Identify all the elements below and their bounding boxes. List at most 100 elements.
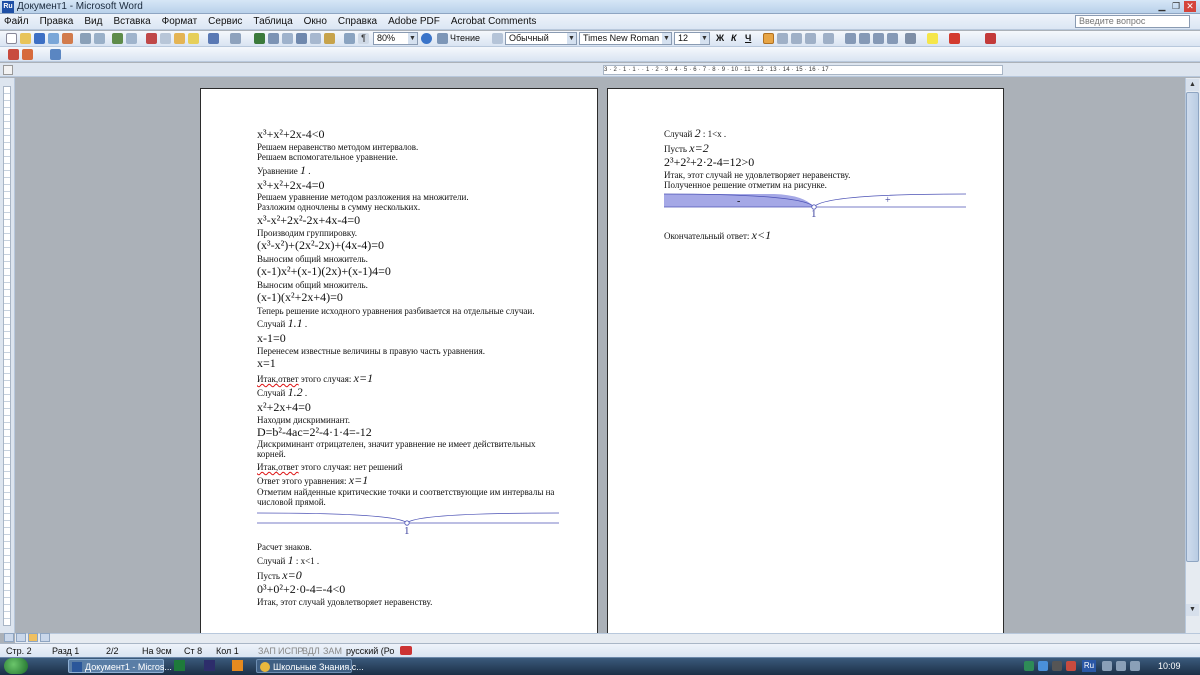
convert-and-email-icon[interactable] [22, 49, 33, 60]
outline-view-icon[interactable] [40, 633, 50, 642]
redo-icon[interactable] [230, 33, 241, 44]
chevron-down-icon[interactable]: ▼ [700, 33, 709, 44]
status-page[interactable]: Стр. 2 [6, 646, 32, 656]
ruler-scale[interactable]: 3 · 2 · 1 · 1 · · 1 · 2 · 3 · 4 · 5 · 6 … [603, 65, 1003, 75]
spelling-icon[interactable] [112, 33, 123, 44]
open-folder-icon[interactable] [20, 33, 31, 44]
tray-app-icon[interactable] [1038, 661, 1048, 671]
menu-window[interactable]: Окно [304, 16, 327, 28]
paste-icon[interactable] [174, 33, 185, 44]
print-preview-icon[interactable] [94, 33, 105, 44]
chevron-down-icon[interactable]: ▼ [408, 33, 417, 44]
excel-icon[interactable] [174, 660, 185, 671]
hyperlink-icon[interactable] [254, 33, 265, 44]
minimize-icon[interactable]: ▁ [1156, 1, 1168, 12]
line-spacing-icon[interactable] [823, 33, 834, 44]
menu-table[interactable]: Таблица [253, 16, 292, 28]
borders-icon[interactable] [905, 33, 916, 44]
status-position[interactable]: На 9см [142, 646, 172, 656]
close-icon[interactable]: ✕ [1184, 1, 1196, 12]
status-extend[interactable]: ВДЛ [302, 646, 320, 656]
italic-button[interactable]: К [731, 33, 737, 44]
menu-insert[interactable]: Вставка [113, 16, 150, 28]
columns-icon[interactable] [310, 33, 321, 44]
menu-help[interactable]: Справка [338, 16, 377, 28]
new-document-icon[interactable] [6, 33, 17, 44]
flag-icon[interactable] [1102, 661, 1112, 671]
format-painter-icon[interactable] [188, 33, 199, 44]
underline-button[interactable]: Ч [745, 33, 751, 44]
scroll-up-icon[interactable]: ▲ [1186, 79, 1199, 91]
highlight-icon[interactable] [927, 33, 938, 44]
convert-to-pdf-icon[interactable] [8, 49, 19, 60]
decrease-indent-icon[interactable] [873, 33, 884, 44]
volume-icon[interactable] [1130, 661, 1140, 671]
status-language[interactable]: русский (Ро [346, 646, 394, 656]
style-select[interactable]: Обычный ▼ [505, 32, 577, 45]
tables-borders-icon[interactable] [268, 33, 279, 44]
email-icon[interactable] [62, 33, 73, 44]
scroll-down-icon[interactable]: ▼ [1186, 604, 1199, 616]
network-icon[interactable] [1116, 661, 1126, 671]
review-pdf-icon[interactable] [50, 49, 61, 60]
read-icon[interactable] [437, 33, 448, 44]
help-search-input[interactable]: Введите вопрос [1075, 15, 1190, 28]
chevron-down-icon[interactable]: ▼ [662, 33, 671, 44]
menu-format[interactable]: Формат [162, 16, 198, 28]
insert-excel-icon[interactable] [296, 33, 307, 44]
increase-indent-icon[interactable] [887, 33, 898, 44]
help-icon[interactable] [421, 33, 432, 44]
styles-pane-icon[interactable] [492, 33, 503, 44]
align-right-icon[interactable] [791, 33, 802, 44]
status-line[interactable]: Ст 8 [184, 646, 202, 656]
menu-adobe-pdf[interactable]: Adobe PDF [388, 16, 440, 28]
read-mode-button[interactable]: Чтение [450, 33, 480, 44]
horizontal-scrollbar[interactable] [15, 633, 1200, 643]
justify-icon[interactable] [805, 33, 816, 44]
document-map-icon[interactable] [344, 33, 355, 44]
font-size-select[interactable]: 12 ▼ [674, 32, 710, 45]
font-color-icon[interactable] [949, 33, 960, 44]
show-hide-icon[interactable]: ¶ [358, 33, 369, 44]
permission-icon[interactable] [48, 33, 59, 44]
spelling-status-icon[interactable] [400, 646, 412, 655]
print-icon[interactable] [80, 33, 91, 44]
menu-tools[interactable]: Сервис [208, 16, 242, 28]
save-icon[interactable] [34, 33, 45, 44]
numbering-icon[interactable] [845, 33, 856, 44]
align-center-icon[interactable] [777, 33, 788, 44]
align-left-icon[interactable] [763, 33, 774, 44]
undo-icon[interactable] [208, 33, 219, 44]
vertical-ruler-scale[interactable] [3, 86, 11, 626]
print-view-icon[interactable] [28, 633, 38, 642]
taskbar-browser[interactable]: Школьные Знания.с... [256, 659, 364, 673]
status-section[interactable]: Разд 1 [52, 646, 79, 656]
language-indicator[interactable]: Ru [1082, 660, 1096, 672]
vlc-icon[interactable] [232, 660, 243, 671]
status-record[interactable]: ЗАП [258, 646, 276, 656]
bullets-icon[interactable] [859, 33, 870, 44]
acrobat-icon[interactable] [985, 33, 996, 44]
tray-app-icon[interactable] [1052, 661, 1062, 671]
menu-view[interactable]: Вид [84, 16, 102, 28]
status-pages[interactable]: 2/2 [106, 646, 119, 656]
tray-app-icon[interactable] [1066, 661, 1076, 671]
tray-app-icon[interactable] [1024, 661, 1034, 671]
zoom-select[interactable]: 80% ▼ [373, 32, 418, 45]
chevron-down-icon[interactable]: ▼ [567, 33, 576, 44]
document-page-2[interactable]: Случай 2 : 1<x . Пусть x=2 2³+2²+2·2-4=1… [607, 88, 1004, 636]
start-button[interactable] [4, 658, 28, 674]
app-icon[interactable] [204, 660, 215, 671]
clock[interactable]: 10:09 [1158, 661, 1181, 671]
tab-stop-selector[interactable] [3, 65, 13, 75]
drawing-icon[interactable] [324, 33, 335, 44]
menu-acrobat-comments[interactable]: Acrobat Comments [451, 16, 537, 28]
web-view-icon[interactable] [16, 633, 26, 642]
copy-icon[interactable] [160, 33, 171, 44]
restore-icon[interactable]: ❐ [1170, 1, 1182, 12]
status-track-changes[interactable]: ИСПР [278, 646, 303, 656]
menu-edit[interactable]: Правка [40, 16, 74, 28]
menu-file[interactable]: Файл [4, 16, 29, 28]
insert-table-icon[interactable] [282, 33, 293, 44]
scrollbar-thumb[interactable] [1186, 92, 1199, 562]
